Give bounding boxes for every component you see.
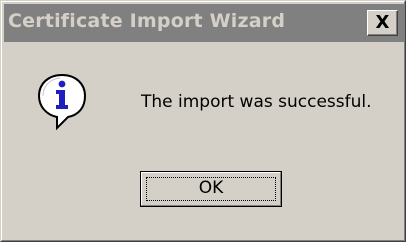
dialog-message: The import was successful. [141, 92, 372, 112]
title-bar[interactable]: Certificate Import Wizard X [4, 4, 404, 42]
ok-button[interactable]: OK [140, 171, 282, 207]
close-button[interactable]: X [367, 10, 398, 36]
dialog-window: Certificate Import Wizard X The import w… [0, 0, 406, 242]
information-icon [37, 73, 87, 131]
ok-button-label[interactable]: OK [141, 172, 281, 206]
window-frame: Certificate Import Wizard X The import w… [1, 1, 405, 241]
window-title: Certificate Import Wizard [8, 10, 286, 32]
close-icon[interactable]: X [368, 11, 397, 35]
